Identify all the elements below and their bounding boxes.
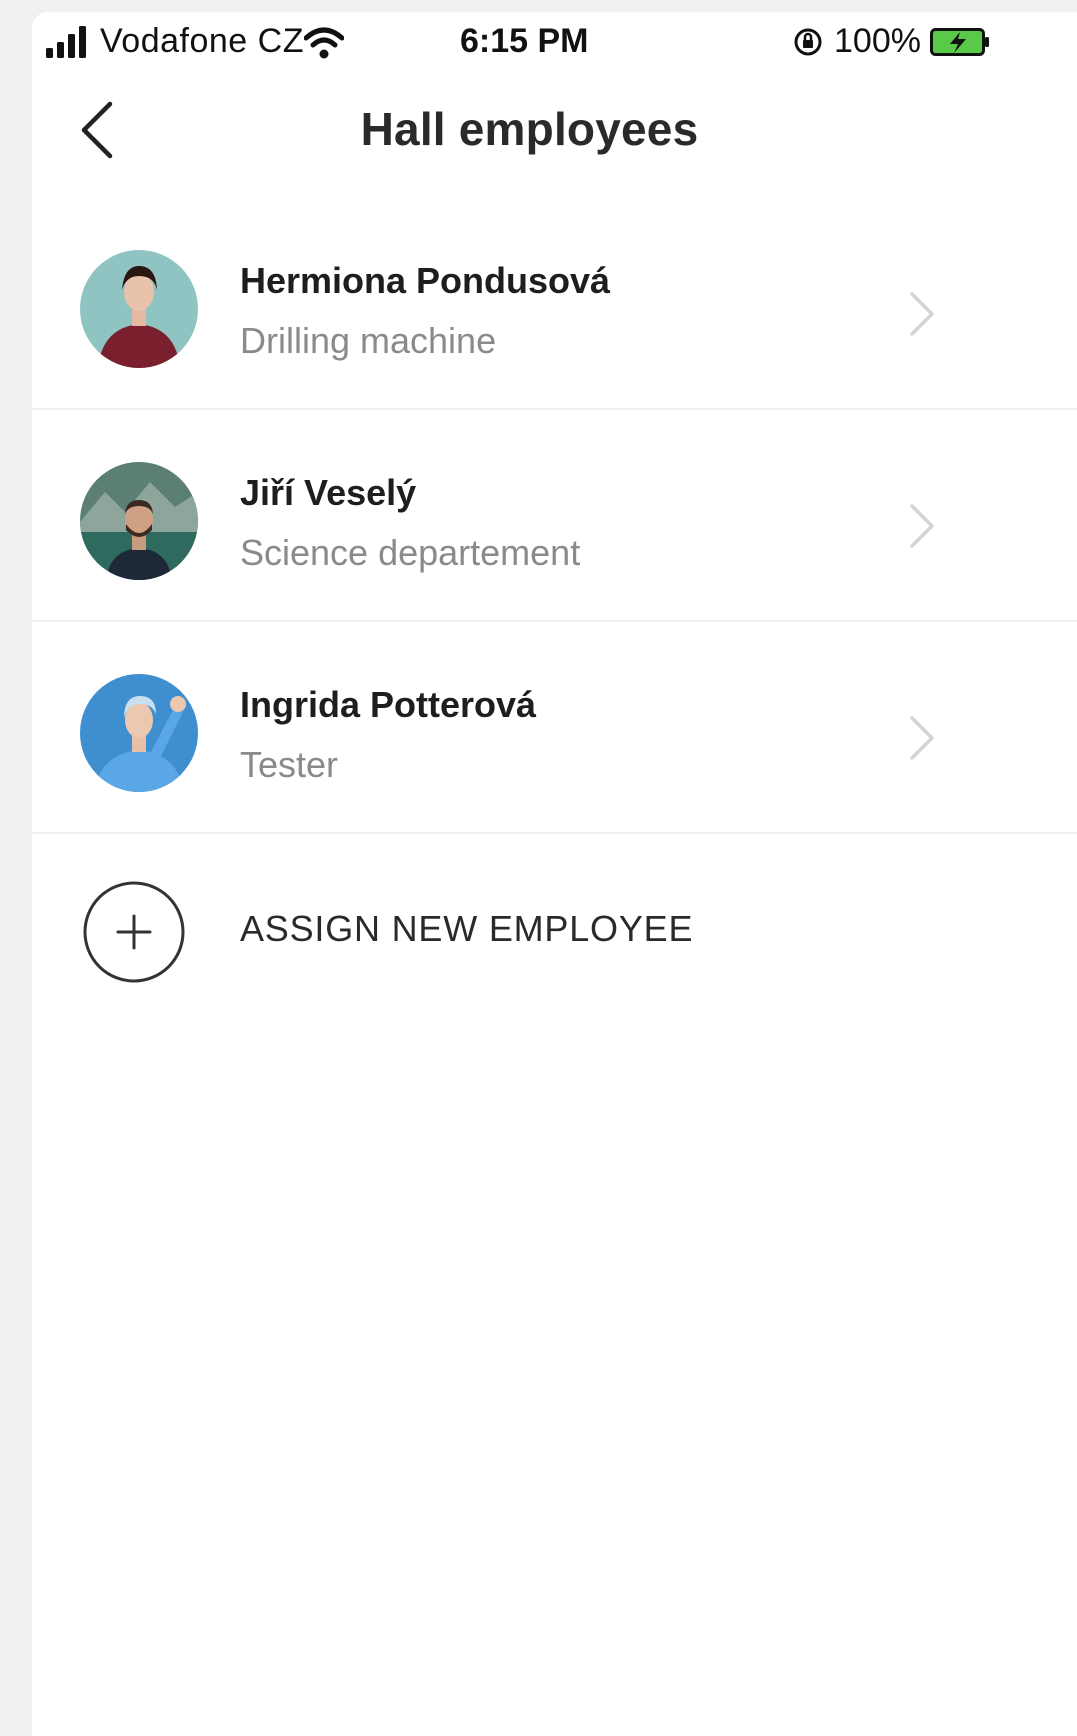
app-screen: Vodafone CZ 6:15 PM 100% Hall employees <box>32 12 1077 1736</box>
employee-name: Hermiona Pondusová <box>240 260 611 301</box>
assign-new-employee-label: ASSIGN NEW EMPLOYEE <box>240 908 694 949</box>
employee-row[interactable]: Hermiona Pondusová Drilling machine <box>32 198 1077 410</box>
avatar <box>80 462 198 580</box>
avatar <box>80 674 198 792</box>
status-time: 6:15 PM <box>460 22 589 60</box>
chevron-right-icon <box>910 716 934 760</box>
chevron-right-icon <box>910 504 934 548</box>
employee-name: Ingrida Potterová <box>240 684 537 725</box>
employee-name: Jiří Veselý <box>240 472 417 513</box>
employee-role: Drilling machine <box>240 320 497 361</box>
page-title: Hall employees <box>360 103 699 155</box>
chevron-right-icon <box>910 292 934 336</box>
carrier-name: Vodafone CZ <box>100 22 304 60</box>
employee-list: Hermiona Pondusová Drilling machine Jiří… <box>32 198 1077 1024</box>
employee-row[interactable]: Ingrida Potterová Tester <box>32 622 1077 834</box>
avatar <box>80 250 198 368</box>
orientation-lock-icon <box>794 28 822 56</box>
employee-role: Tester <box>240 744 339 785</box>
signal-strength-icon <box>46 26 86 58</box>
battery-percentage: 100% <box>834 22 921 60</box>
employee-role: Science departement <box>240 532 581 573</box>
status-bar: Vodafone CZ 6:15 PM 100% <box>32 12 1077 74</box>
wifi-icon <box>304 27 344 59</box>
navigation-bar: Hall employees <box>32 74 1077 184</box>
employee-row[interactable]: Jiří Veselý Science departement <box>32 410 1077 622</box>
battery-charging-icon <box>930 28 989 56</box>
assign-new-employee-button[interactable]: ASSIGN NEW EMPLOYEE <box>32 834 1077 1024</box>
plus-circle-icon <box>83 881 185 983</box>
